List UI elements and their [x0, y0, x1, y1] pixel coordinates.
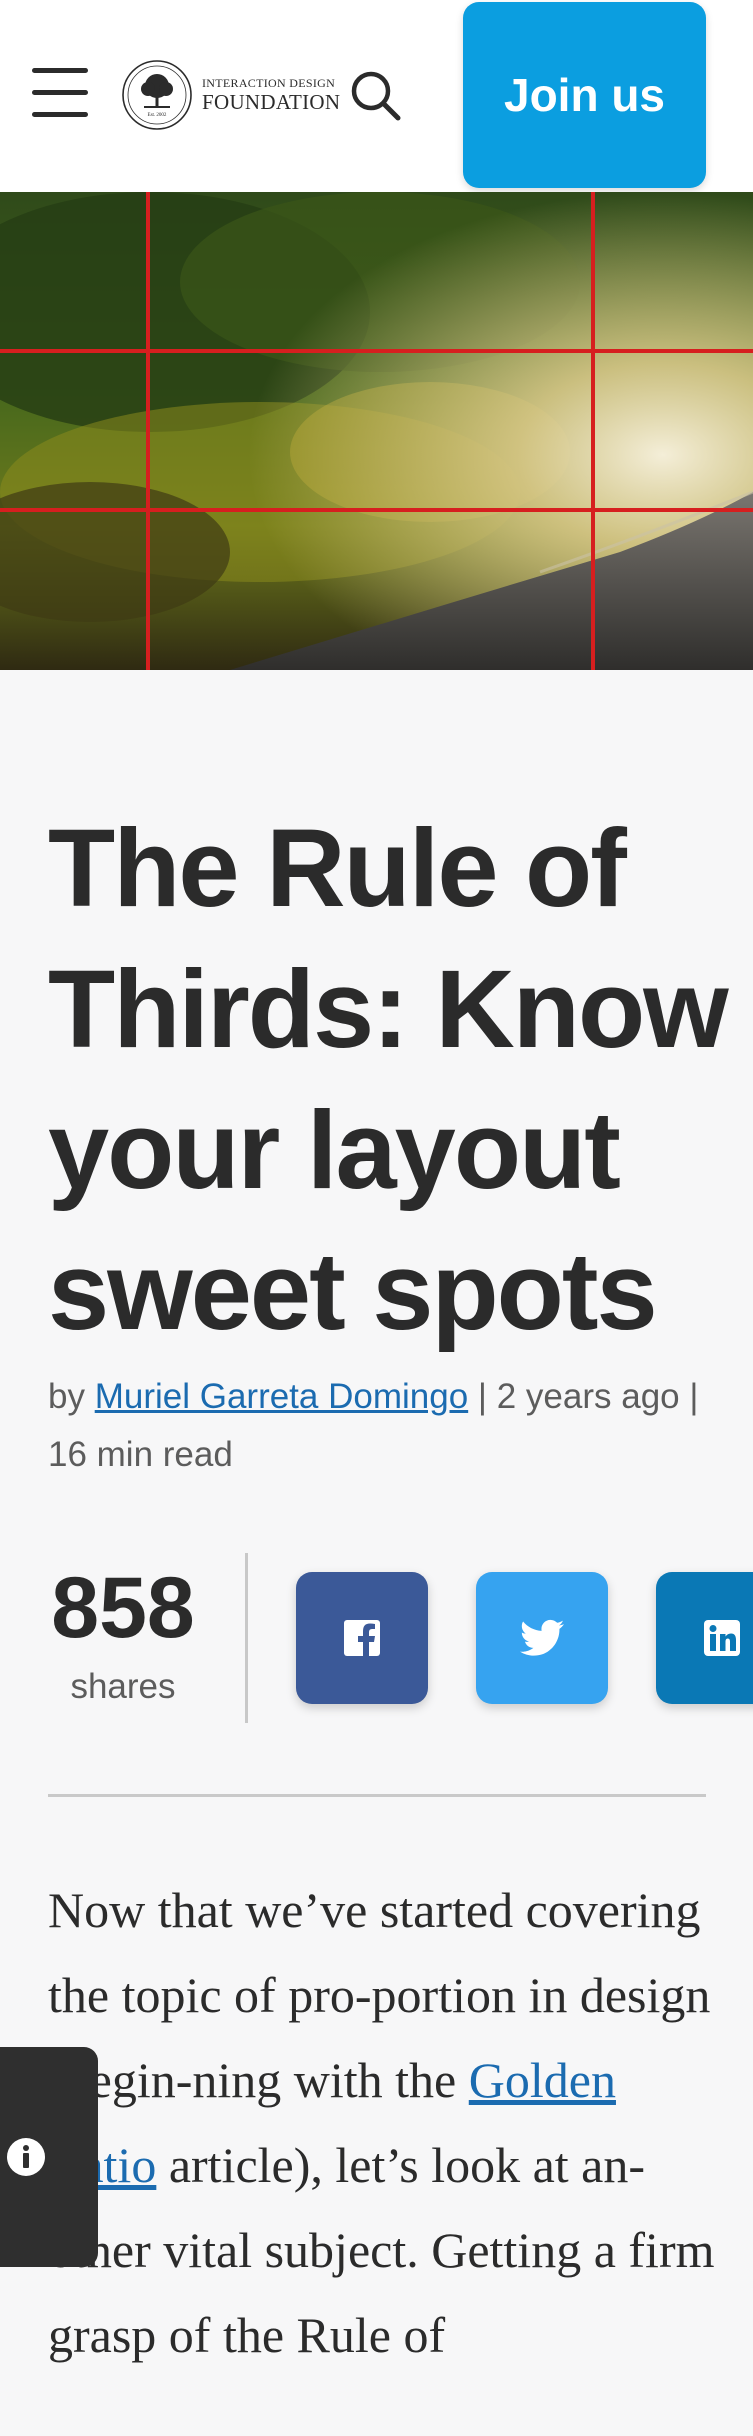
- read-time: 16 min read: [48, 1435, 233, 1474]
- info-icon: [7, 2138, 45, 2176]
- linkedin-icon: [704, 1620, 740, 1656]
- hero-image: [0, 192, 753, 670]
- article-title: The Rule of Thirds: Know your layout swe…: [48, 807, 729, 1353]
- meta-by: by: [48, 1377, 85, 1416]
- twitter-share-button[interactable]: [476, 1572, 608, 1704]
- meta-separator: |: [689, 1377, 699, 1416]
- search-icon[interactable]: [348, 68, 404, 124]
- share-count-number: 858: [51, 1560, 195, 1656]
- logo-wordmark: INTERACTION DESIGN FOUNDATION: [202, 77, 340, 113]
- facebook-icon: [344, 1620, 380, 1656]
- share-count: 858 shares: [48, 1558, 198, 1712]
- twitter-icon: [520, 1619, 564, 1656]
- info-tab[interactable]: [0, 2047, 98, 2267]
- facebook-share-button[interactable]: [296, 1572, 428, 1704]
- join-us-button[interactable]: Join us: [463, 2, 706, 188]
- logo-seal-icon: Est. 2002: [122, 60, 192, 130]
- share-divider: [245, 1553, 248, 1723]
- logo-line-1: INTERACTION DESIGN: [202, 76, 336, 90]
- site-header: Est. 2002 INTERACTION DESIGN FOUNDATION …: [0, 0, 753, 192]
- author-link[interactable]: Muriel Garreta Domingo: [95, 1377, 468, 1416]
- article-meta: by Muriel Garreta Domingo | 2 years ago …: [48, 1368, 728, 1484]
- section-divider: [48, 1794, 706, 1797]
- svg-text:Est. 2002: Est. 2002: [148, 113, 167, 118]
- logo-line-2: FOUNDATION: [202, 90, 341, 114]
- meta-separator: |: [477, 1377, 487, 1416]
- share-count-label: shares: [70, 1667, 176, 1706]
- hamburger-menu-icon[interactable]: [30, 64, 90, 124]
- article-age: 2 years ago: [496, 1377, 680, 1416]
- site-logo[interactable]: Est. 2002 INTERACTION DESIGN FOUNDATION: [120, 58, 340, 132]
- linkedin-share-button[interactable]: [656, 1572, 753, 1704]
- article-body: Now that we’ve started covering the topi…: [48, 1868, 728, 2378]
